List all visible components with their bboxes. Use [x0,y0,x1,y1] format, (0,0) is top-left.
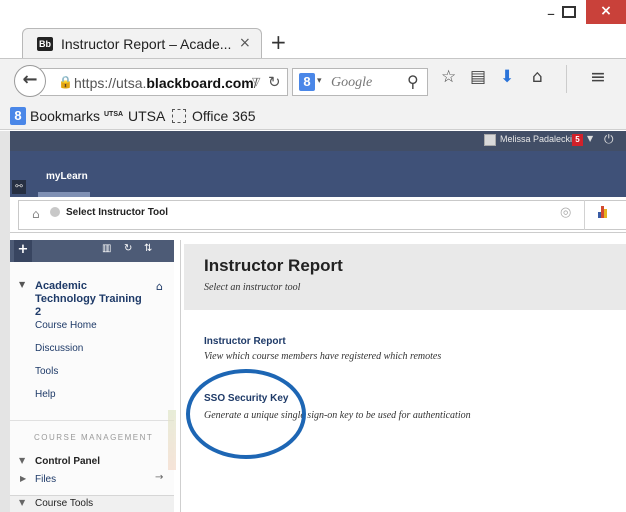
course-home-icon[interactable]: ⌂ [156,280,163,293]
new-tab-button[interactable]: + [270,30,287,54]
page-title: Instructor Report [204,256,343,275]
reload-icon[interactable]: ↻ [268,73,281,91]
page-subtitle: Select an instructor tool [204,282,301,293]
search-engine-icon[interactable]: 8 [299,73,315,91]
page-margin [0,131,10,512]
utsa-logo-icon: UTSA [104,111,124,118]
files-link[interactable]: Files [35,474,56,485]
breadcrumb-home-icon[interactable]: ⌂ [32,207,40,221]
breadcrumb-separator-icon [50,207,60,217]
add-icon[interactable]: + [14,240,32,262]
menu-icon[interactable]: ≡ [590,66,606,88]
tab-close-icon[interactable]: × [239,35,251,51]
tab-mylearn[interactable]: myLearn [46,171,88,182]
reading-list-icon[interactable]: ▤ [470,67,486,87]
avatar[interactable] [484,134,496,146]
url-text: https://utsa.blackboard.com/ [74,75,258,91]
instructor-report-description: View which course members have registere… [204,351,442,362]
menu-link-course-home[interactable]: Course Home [35,320,97,331]
user-menu-dropdown-icon[interactable]: ▼ [587,134,593,143]
course-management-heading: COURSE MANAGEMENT [34,433,154,442]
bookmarks-bar: 8 Bookmarks UTSA UTSA Office 365 [0,102,626,130]
back-arrow-icon: ← [22,69,38,90]
bookmark-office-365[interactable]: Office 365 [192,108,256,124]
eye-icon[interactable]: ◎ [560,205,571,220]
breadcrumb-divider [584,200,585,230]
control-panel-collapse-icon[interactable]: ▼ [19,456,25,465]
notification-badge[interactable]: 5 [572,134,583,146]
menu-divider [10,420,174,421]
search-input[interactable]: Google [331,75,372,91]
files-arrow-icon[interactable]: → [155,472,163,483]
lock-icon: 🔒 [58,75,73,89]
search-icon[interactable]: ⚲ [407,72,419,91]
url-bar[interactable]: 🔒 https://utsa.blackboard.com/ ▽ ↻ [40,68,288,96]
files-expand-icon[interactable]: ▶ [20,474,26,483]
window-close-button[interactable]: × [586,0,626,24]
home-icon[interactable]: ⌂ [532,67,543,87]
url-domain: blackboard.com [146,75,254,91]
folder-view-icon[interactable]: ▥ [102,243,111,254]
blackboard-favicon-icon: Bb [37,37,53,51]
course-title[interactable]: Academic Technology Training 2 [35,280,145,319]
bookmarks-google-icon: 8 [10,107,26,125]
sort-icon[interactable]: ⇅ [144,243,152,254]
decorative-graphic [168,410,176,470]
chart-icon-bar [604,209,607,218]
url-dropdown-icon[interactable]: ▽ [252,75,260,88]
back-button[interactable]: ← [14,65,46,97]
tab-title: Instructor Report – Acade... [61,36,232,52]
chart-icon[interactable] [598,206,608,218]
office-365-icon [172,109,186,123]
content-header [184,244,626,310]
instructor-report-link[interactable]: Instructor Report [204,336,286,347]
course-tools-link[interactable]: Course Tools [35,498,93,509]
user-name[interactable]: Melissa Padalecki [500,134,572,144]
refresh-icon[interactable]: ↻ [124,243,132,254]
course-menu-toolbar: + ▥ ↻ ⇅ [10,240,174,262]
search-engine-dropdown-icon[interactable]: ▾ [317,76,322,86]
search-box[interactable]: 8 ▾ Google ⚲ [292,68,428,96]
control-panel-label[interactable]: Control Panel [35,456,100,467]
breadcrumb-current: Select Instructor Tool [66,207,169,218]
bookmarks-menu[interactable]: Bookmarks [30,108,100,124]
url-prefix: https://utsa. [74,75,147,91]
star-icon[interactable]: ☆ [441,67,456,87]
power-icon[interactable]: ⏻ [604,132,614,147]
menu-link-discussion[interactable]: Discussion [35,343,83,354]
collapse-triangle-icon[interactable]: ▼ [19,280,25,289]
browser-tab-active[interactable]: Bb Instructor Report – Acade... × [22,28,262,58]
navigation-toolbar: 🔒 https://utsa.blackboard.com/ ▽ ↻ ← 8 ▾… [0,58,626,102]
download-icon[interactable]: ⬇ [500,67,514,87]
link-icon[interactable]: ⚯ [12,180,26,194]
bookmark-utsa[interactable]: UTSA [128,108,165,124]
sso-security-key-description: Generate a unique single sign-on key to … [204,410,471,421]
menu-link-tools[interactable]: Tools [35,366,58,377]
tab-strip: Bb Instructor Report – Acade... × + – × [0,0,626,58]
window-maximize-button[interactable] [562,6,576,18]
sso-security-key-link[interactable]: SSO Security Key [204,393,288,404]
course-tools-collapse-icon[interactable]: ▼ [19,498,25,507]
toolbar-divider [566,65,567,93]
menu-link-help[interactable]: Help [35,389,56,400]
